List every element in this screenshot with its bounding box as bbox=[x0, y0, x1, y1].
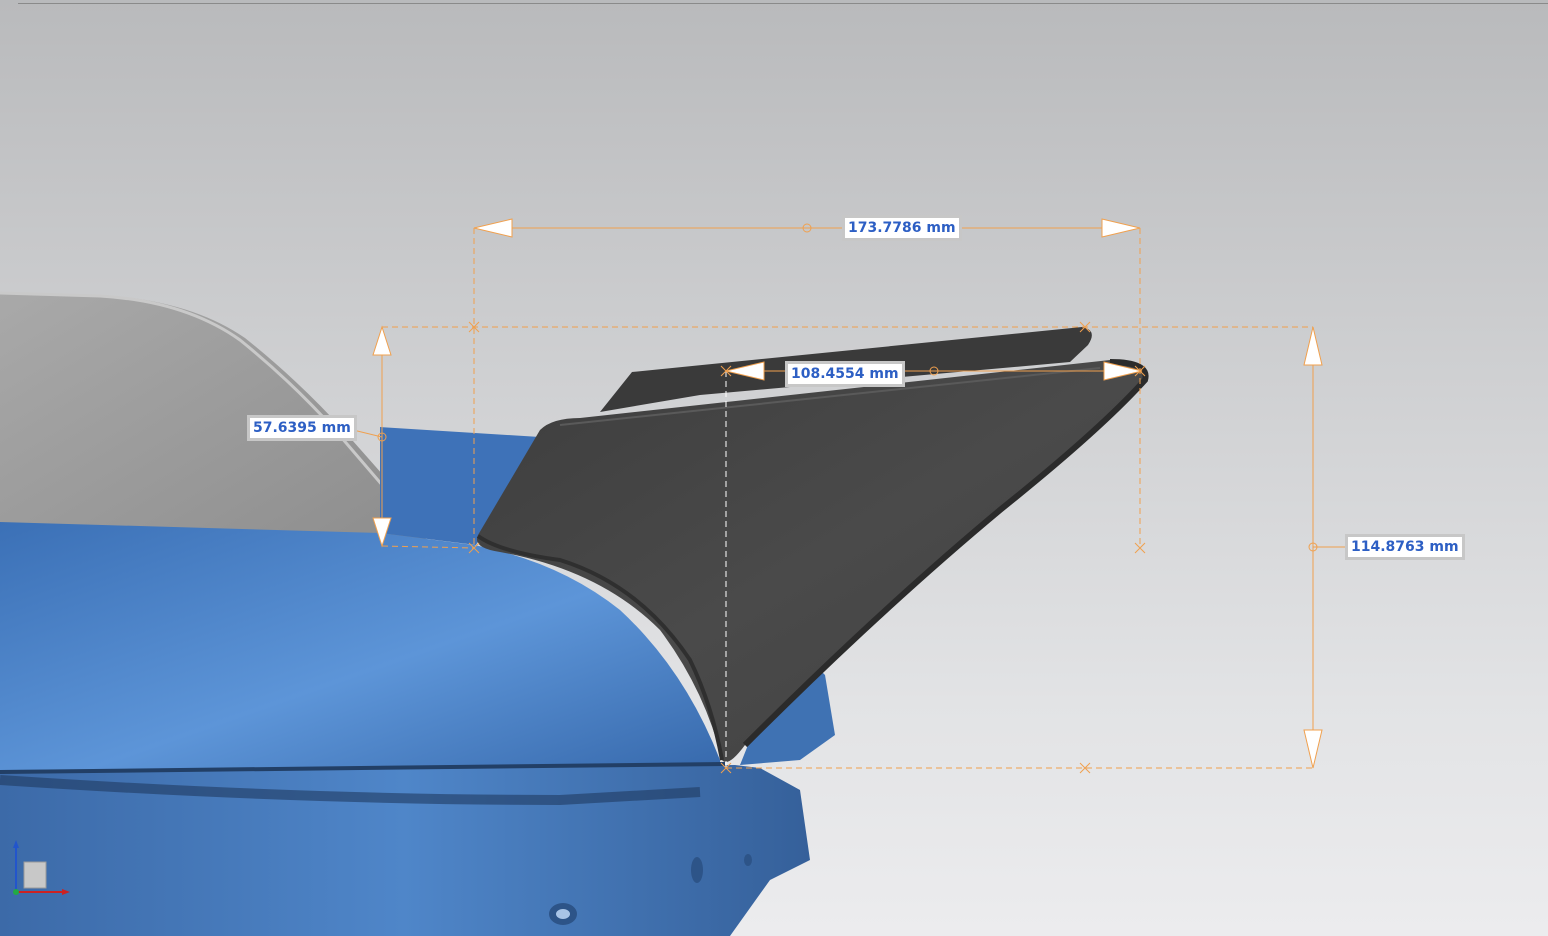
y-axis-icon bbox=[13, 889, 19, 895]
dimension-label-height-total[interactable]: 114.8763 mm bbox=[1345, 534, 1465, 560]
dimension-label-width-total[interactable]: 173.7786 mm bbox=[842, 215, 962, 241]
3d-viewport[interactable]: 173.7786 mm 108.4554 mm 57.6395 mm 114.8… bbox=[0, 0, 1548, 936]
scene-canvas[interactable] bbox=[0, 0, 1548, 936]
dimension-label-width-top[interactable]: 108.4554 mm bbox=[785, 361, 905, 387]
gray-shell-body[interactable] bbox=[0, 291, 426, 545]
dimension-label-height-left[interactable]: 57.6395 mm bbox=[247, 415, 357, 441]
axis-triad-icon bbox=[13, 840, 70, 895]
